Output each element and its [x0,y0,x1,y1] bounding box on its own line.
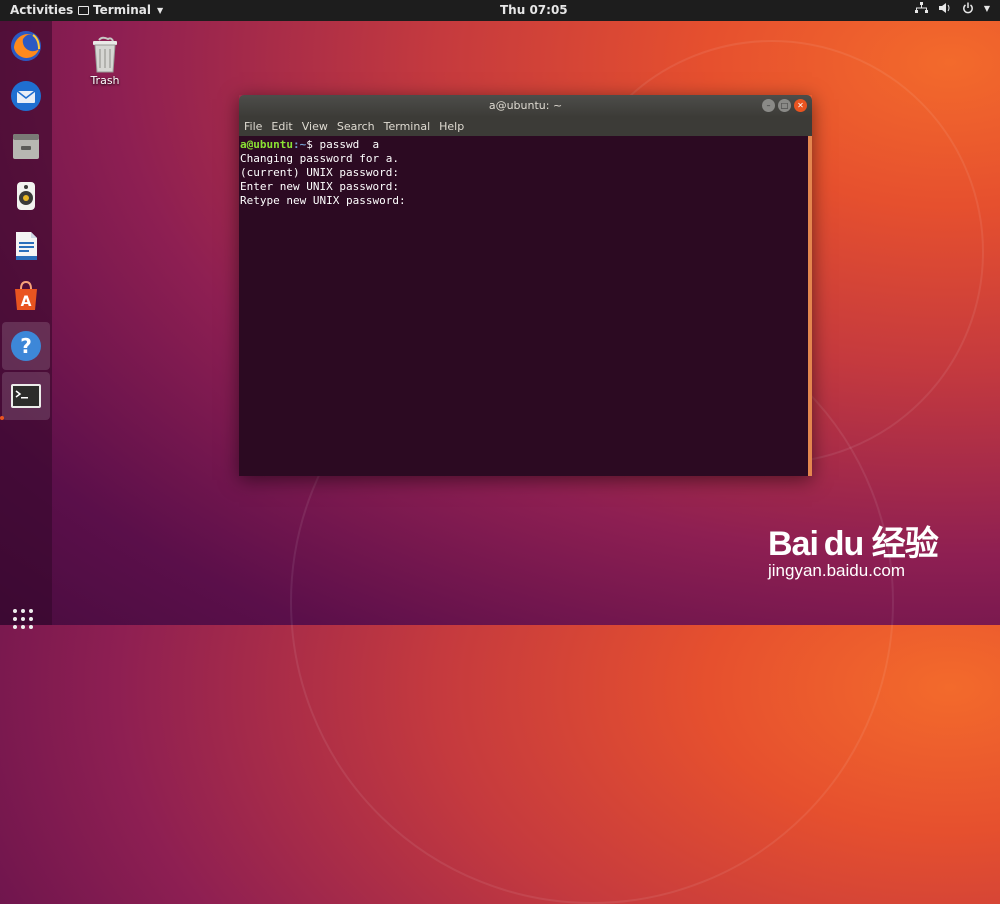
help-icon: ? [11,331,41,361]
prompt-symbol: $ [306,138,320,151]
minimize-button[interactable]: – [762,99,775,112]
maximize-icon: □ [780,101,789,110]
software-center-icon: A [15,280,37,310]
prompt-path: :~ [292,138,307,151]
minimize-icon: – [766,101,771,110]
menu-search[interactable]: Search [337,120,375,133]
command-line: a@ubuntu:~$ passwd a [240,138,807,152]
output-line: Changing password for a. [240,152,399,165]
files-icon [13,134,39,159]
dock-help[interactable]: ? [2,322,50,370]
chevron-down-icon: ▼ [983,3,990,13]
dock-writer[interactable] [2,222,50,270]
menu-terminal[interactable]: Terminal [384,120,431,133]
menu-edit[interactable]: Edit [271,120,292,133]
menu-bar: File Edit View Search Terminal Help [239,117,812,136]
terminal-mini-icon [78,5,89,15]
dock: A ? [0,21,52,629]
system-tray[interactable]: ▼ [914,2,990,14]
network-icon [914,2,928,13]
prompt-user: a@ubuntu [240,138,293,151]
thunderbird-icon [11,81,41,111]
volume-icon [938,3,950,13]
rhythmbox-icon [17,182,35,210]
baidu-watermark: Bai du 经验 jingyan.baidu.com [768,516,939,581]
chevron-down-icon: ▼ [157,5,164,15]
close-button[interactable]: ✕ [794,99,807,112]
svg-text:?: ? [20,334,32,358]
output-line: Enter new UNIX password: [240,180,399,193]
clock[interactable]: Thu 07:05 [500,3,568,17]
running-indicator [0,416,4,420]
command-text: passwd a [319,138,380,151]
activities-button[interactable]: Activities [10,3,73,17]
desktop-trash[interactable]: Trash [83,36,127,87]
window-title: a@ubuntu: ~ [488,99,563,112]
top-bar: Activities Terminal ▼ Thu 07:05 ▼ [0,0,1000,21]
window-titlebar[interactable]: a@ubuntu: ~ – □ ✕ [239,95,812,117]
output-line: (current) UNIX password: [240,166,399,179]
trash-label: Trash [90,74,120,87]
power-icon [962,2,973,14]
dock-firefox[interactable] [2,22,50,70]
watermark-logo: Bai du 经验 [768,525,939,563]
show-applications-button[interactable] [13,609,33,629]
app-menu-label: Terminal [93,3,152,17]
firefox-icon [11,31,41,61]
menu-file[interactable]: File [244,120,262,133]
app-menu[interactable]: Terminal ▼ [78,3,163,17]
svg-text:A: A [21,294,32,310]
output-line: Retype new UNIX password: [240,194,406,207]
menu-help[interactable]: Help [439,120,464,133]
dock-terminal[interactable] [2,372,50,420]
libreoffice-writer-icon [16,232,37,260]
terminal-output[interactable]: a@ubuntu:~$ passwd a Changing password f… [239,136,812,476]
close-icon: ✕ [797,101,804,110]
dock-thunderbird[interactable] [2,72,50,120]
trash-icon [93,36,117,73]
dock-software[interactable]: A [2,272,50,320]
terminal-icon [11,384,41,408]
dock-files[interactable] [2,122,50,170]
terminal-window[interactable]: a@ubuntu: ~ – □ ✕ File Edit View Search … [239,95,812,476]
dock-rhythmbox[interactable] [2,172,50,220]
maximize-button[interactable]: □ [778,99,791,112]
menu-view[interactable]: View [302,120,328,133]
